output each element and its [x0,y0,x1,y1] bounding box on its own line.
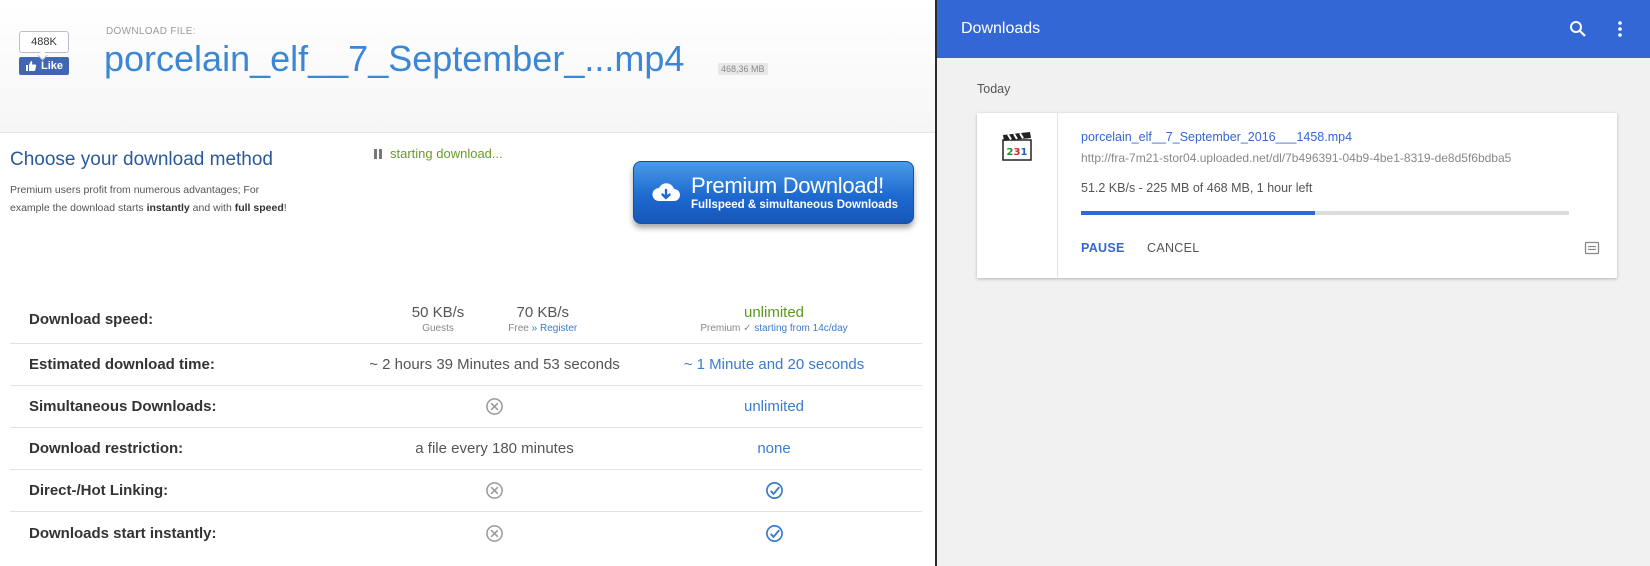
download-status: starting download... [374,146,503,161]
premium-label: Premium ✓ [700,322,755,334]
mpc-player-icon: 3 2 1 [1002,132,1032,161]
pause-button[interactable]: PAUSE [1081,241,1125,255]
cancel-button[interactable]: CANCEL [1147,241,1200,255]
check-icon [765,524,783,542]
download-status-text: starting download... [390,146,503,161]
guest-label: Guests [422,322,454,334]
table-row: Downloads start instantly: [10,512,922,554]
no-icon [486,398,503,416]
svg-text:3: 3 [1014,147,1021,158]
free-cell: 50 KB/s Guests 70 KB/s Free » Register [363,304,626,336]
thumbs-up-icon [25,61,37,71]
table-row: Estimated download time: ~ 2 hours 39 Mi… [10,344,922,386]
file-size-badge: 468,36 MB [718,63,768,75]
premium-cell: unlimited Premium ✓ starting from 14c/da… [626,304,922,336]
download-item-icon-area: 3 2 1 [977,113,1058,278]
free-cell [363,523,626,543]
premium-speed: unlimited [743,303,805,321]
downloads-title: Downloads [961,20,1041,37]
register-link[interactable]: » Register [532,323,578,334]
guest-speed: 50 KB/s [411,303,465,321]
free-label: Free [508,322,532,334]
free-cell [363,397,626,417]
premium-cell: unlimited [743,398,805,415]
row-label: Direct-/Hot Linking: [29,482,169,499]
method-desc-text: example the download starts [10,202,147,214]
method-desc-text: ! [283,202,287,214]
premium-cell [626,524,922,543]
table-row: Simultaneous Downloads: unlimited [10,386,922,428]
remove-item-icon[interactable] [1584,240,1600,256]
date-group-label: Today [977,82,1011,96]
search-icon[interactable] [1569,20,1587,38]
row-label: Simultaneous Downloads: [29,398,217,415]
table-row: Direct-/Hot Linking: [10,470,922,512]
premium-cell [626,481,922,500]
comparison-table: Download speed: 50 KB/s Guests 70 KB/s Fre… [10,296,922,554]
download-method-description: Premium users profit from numerous advan… [10,181,310,217]
download-method-title: Choose your download method [10,149,274,170]
facebook-like-widget[interactable]: 488K Like [19,31,69,75]
row-label: Estimated download time: [29,356,215,373]
cloud-download-icon [652,182,680,201]
table-row: Download speed: 50 KB/s Guests 70 KB/s Fre… [10,296,922,344]
download-file-label: DOWNLOAD FILE: [106,26,196,37]
svg-text:2: 2 [1007,147,1014,158]
row-label: Download restriction: [29,440,184,457]
method-desc-line-1: Premium users profit from numerous advan… [10,184,260,196]
download-progress-bar [1081,211,1569,215]
premium-download-button[interactable]: Premium Download! Fullspeed & simultaneo… [633,161,914,224]
premium-price-link[interactable]: starting from 14c/day [754,323,847,334]
method-desc-line-2: example the download starts instantly an… [10,199,310,217]
premium-cell: ~ 1 Minute and 20 seconds [683,356,865,373]
site-header: 488K Like DOWNLOAD FILE: porcelain_elf__… [0,0,935,133]
facebook-like-label: Like [40,60,63,72]
download-progress-fill [1081,211,1316,215]
row-label: Downloads start instantly: [29,524,217,542]
no-icon [486,482,503,500]
uploaded-site: 488K Like DOWNLOAD FILE: porcelain_elf__… [0,0,935,566]
downloads-panel: Downloads Today 3 2 1 porcelain_elf__7_S… [935,0,1650,566]
more-vert-icon[interactable] [1617,20,1623,38]
download-filename-link[interactable]: porcelain_elf__7_September_2016___1458.m… [1081,130,1352,144]
downloads-toolbar: Downloads [937,0,1650,58]
method-desc-full-speed: full speed [234,202,284,214]
file-title: porcelain_elf__7_September_...mp4 [104,38,685,79]
free-cell: ~ 2 hours 39 Minutes and 53 seconds [369,356,620,373]
no-icon [486,524,503,542]
download-source-url[interactable]: http://fra-7m21-stor04.uploaded.net/dl/7… [1081,151,1511,165]
method-desc-text: and with [189,202,235,214]
svg-text:1: 1 [1021,147,1028,158]
facebook-like-button[interactable]: Like [19,57,69,75]
premium-button-subtitle: Fullspeed & simultaneous Downloads [691,198,899,211]
premium-button-title: Premium Download! [691,172,884,198]
download-item-card: 3 2 1 porcelain_elf__7_September_2016___… [977,113,1617,278]
pause-icon [374,148,382,159]
download-progress-status: 51.2 KB/s - 225 MB of 468 MB, 1 hour lef… [1081,181,1313,195]
method-desc-instantly: instantly [146,202,190,214]
free-cell [363,481,626,501]
free-cell: a file every 180 minutes [415,440,574,457]
row-label: Download speed: [29,311,154,328]
table-row: Download restriction: a file every 180 m… [10,428,922,470]
facebook-like-count: 488K [19,31,69,53]
check-icon [765,482,783,499]
premium-cell: none [757,440,791,457]
free-speed: 70 KB/s [516,303,570,321]
